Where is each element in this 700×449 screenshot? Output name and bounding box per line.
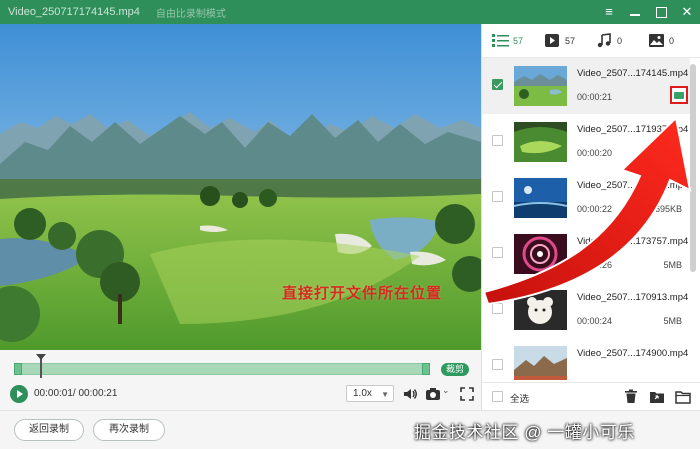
window-title: Video_250717174145.mp4 [8, 6, 140, 18]
video-thumbnail [514, 234, 567, 274]
list-scrollbar[interactable] [690, 64, 696, 272]
file-size: 5MB [663, 316, 682, 326]
video-thumbnail [514, 66, 567, 106]
video-preview[interactable]: 直接打开文件所在位置 [0, 24, 481, 350]
select-all-label: 全选 [510, 394, 530, 405]
speed-value: 1.0x [353, 388, 372, 399]
image-icon [649, 34, 664, 47]
list-item[interactable]: Video_2507...170913.mp4 00:00:24 5MB [482, 282, 690, 338]
file-name: Video_2507...174900.mp4 [577, 348, 689, 359]
file-size: 5MB [663, 260, 682, 270]
playback-controls: 00:00:01/ 00:00:21 1.0x ▼ ⌄ [0, 380, 481, 408]
folder-icon[interactable] [675, 389, 691, 404]
trim-start-handle[interactable] [14, 363, 22, 375]
tab-audio[interactable]: 0 [596, 33, 638, 48]
menu-icon[interactable]: ≡ [602, 5, 616, 19]
file-duration: 00:00:24 [577, 316, 613, 326]
file-size: 695KB [654, 204, 682, 214]
video-thumbnail [514, 122, 567, 162]
tab-video[interactable]: 57 [544, 33, 586, 48]
play-button[interactable] [10, 385, 28, 403]
music-icon [597, 33, 611, 48]
list-item[interactable]: Video_2507...171937.mp4 00:00:20 [482, 114, 690, 170]
file-duration: 00:00:21 [577, 92, 613, 102]
title-bar: Video_250717174145.mp4 自由比录制模式 ≡ ✕ [0, 0, 700, 24]
file-name: Video_2507...171937.mp4 [577, 124, 689, 135]
video-thumbnail [514, 178, 567, 218]
recordings-panel: 57 57 0 0 Video_2507...174145.mp4 00:00:… [481, 24, 700, 410]
back-to-record-button[interactable]: 返回录制 [14, 419, 84, 441]
file-duration: 00:00:20 [577, 148, 613, 158]
timeline[interactable]: 裁剪 [0, 350, 481, 380]
watermark-text: 掘金技术社区 @ 一罐小可乐 [414, 423, 635, 442]
trash-icon[interactable] [623, 389, 639, 404]
file-name: Video_2507...170913.mp4 [577, 292, 689, 303]
camera-icon[interactable] [425, 386, 441, 402]
tab-audio-count: 0 [617, 35, 623, 46]
close-icon[interactable]: ✕ [680, 5, 694, 19]
select-all-checkbox[interactable] [492, 391, 503, 402]
recordings-list: Video_2507...174145.mp4 00:00:21 Video_2… [482, 58, 690, 380]
trim-end-handle[interactable] [422, 363, 430, 375]
tab-all-count: 57 [513, 35, 524, 46]
tab-video-count: 57 [565, 35, 576, 46]
list-item[interactable]: Video_2507...174145.mp4 00:00:21 [482, 58, 690, 114]
tab-all[interactable]: 57 [492, 33, 534, 48]
speed-select[interactable]: 1.0x ▼ [346, 385, 394, 402]
list-item[interactable]: Video_2507...172850.mp4 00:00:22 695KB [482, 170, 690, 226]
file-name: Video_2507...173757.mp4 [577, 236, 689, 247]
recording-mode-label: 自由比录制模式 [155, 8, 226, 20]
open-folder-icon[interactable] [670, 86, 688, 104]
export-icon[interactable] [649, 389, 665, 404]
chevron-down-icon: ▼ [381, 390, 389, 399]
tab-image-count: 0 [669, 35, 675, 46]
trim-track[interactable] [14, 363, 430, 375]
item-checkbox[interactable] [492, 303, 503, 314]
trim-button[interactable]: 裁剪 [441, 363, 469, 376]
item-checkbox[interactable] [492, 135, 503, 146]
item-checkbox[interactable] [492, 247, 503, 258]
file-duration: 00:00:22 [577, 204, 613, 214]
item-checkbox[interactable] [492, 359, 503, 370]
annotation-text: 直接打开文件所在位置 [282, 285, 443, 302]
video-thumbnail [514, 346, 567, 380]
bottom-bar: 返回录制 再次录制 掘金技术社区 @ 一罐小可乐 [0, 410, 700, 449]
video-thumbnail [514, 290, 567, 330]
playhead[interactable] [36, 354, 46, 378]
list-icon [492, 34, 509, 47]
file-name: Video_2507...172850.mp4 [577, 180, 689, 191]
window-controls: ≡ ✕ [602, 0, 694, 24]
list-item[interactable]: Video_2507...173757.mp4 00:00:26 5MB [482, 226, 690, 282]
maximize-icon[interactable] [654, 5, 668, 19]
tab-image[interactable]: 0 [648, 33, 690, 48]
app-window: Video_250717174145.mp4 自由比录制模式 ≡ ✕ 直接打开文… [0, 0, 700, 449]
panel-footer: 全选 [482, 382, 700, 410]
minimize-icon[interactable] [628, 5, 642, 19]
time-display: 00:00:01/ 00:00:21 [34, 388, 118, 399]
fullscreen-icon[interactable] [459, 386, 475, 402]
list-item[interactable]: Video_2507...174900.mp4 [482, 338, 690, 380]
camera-options-chevron-icon[interactable]: ⌄ [442, 385, 458, 401]
media-filter-tabs: 57 57 0 0 [482, 24, 700, 58]
item-checkbox[interactable] [492, 191, 503, 202]
record-again-button[interactable]: 再次录制 [93, 419, 165, 441]
file-duration: 00:00:26 [577, 260, 613, 270]
item-checkbox[interactable] [492, 79, 503, 90]
file-name: Video_2507...174145.mp4 [577, 68, 689, 79]
video-icon [545, 34, 559, 47]
volume-icon[interactable] [402, 386, 418, 402]
